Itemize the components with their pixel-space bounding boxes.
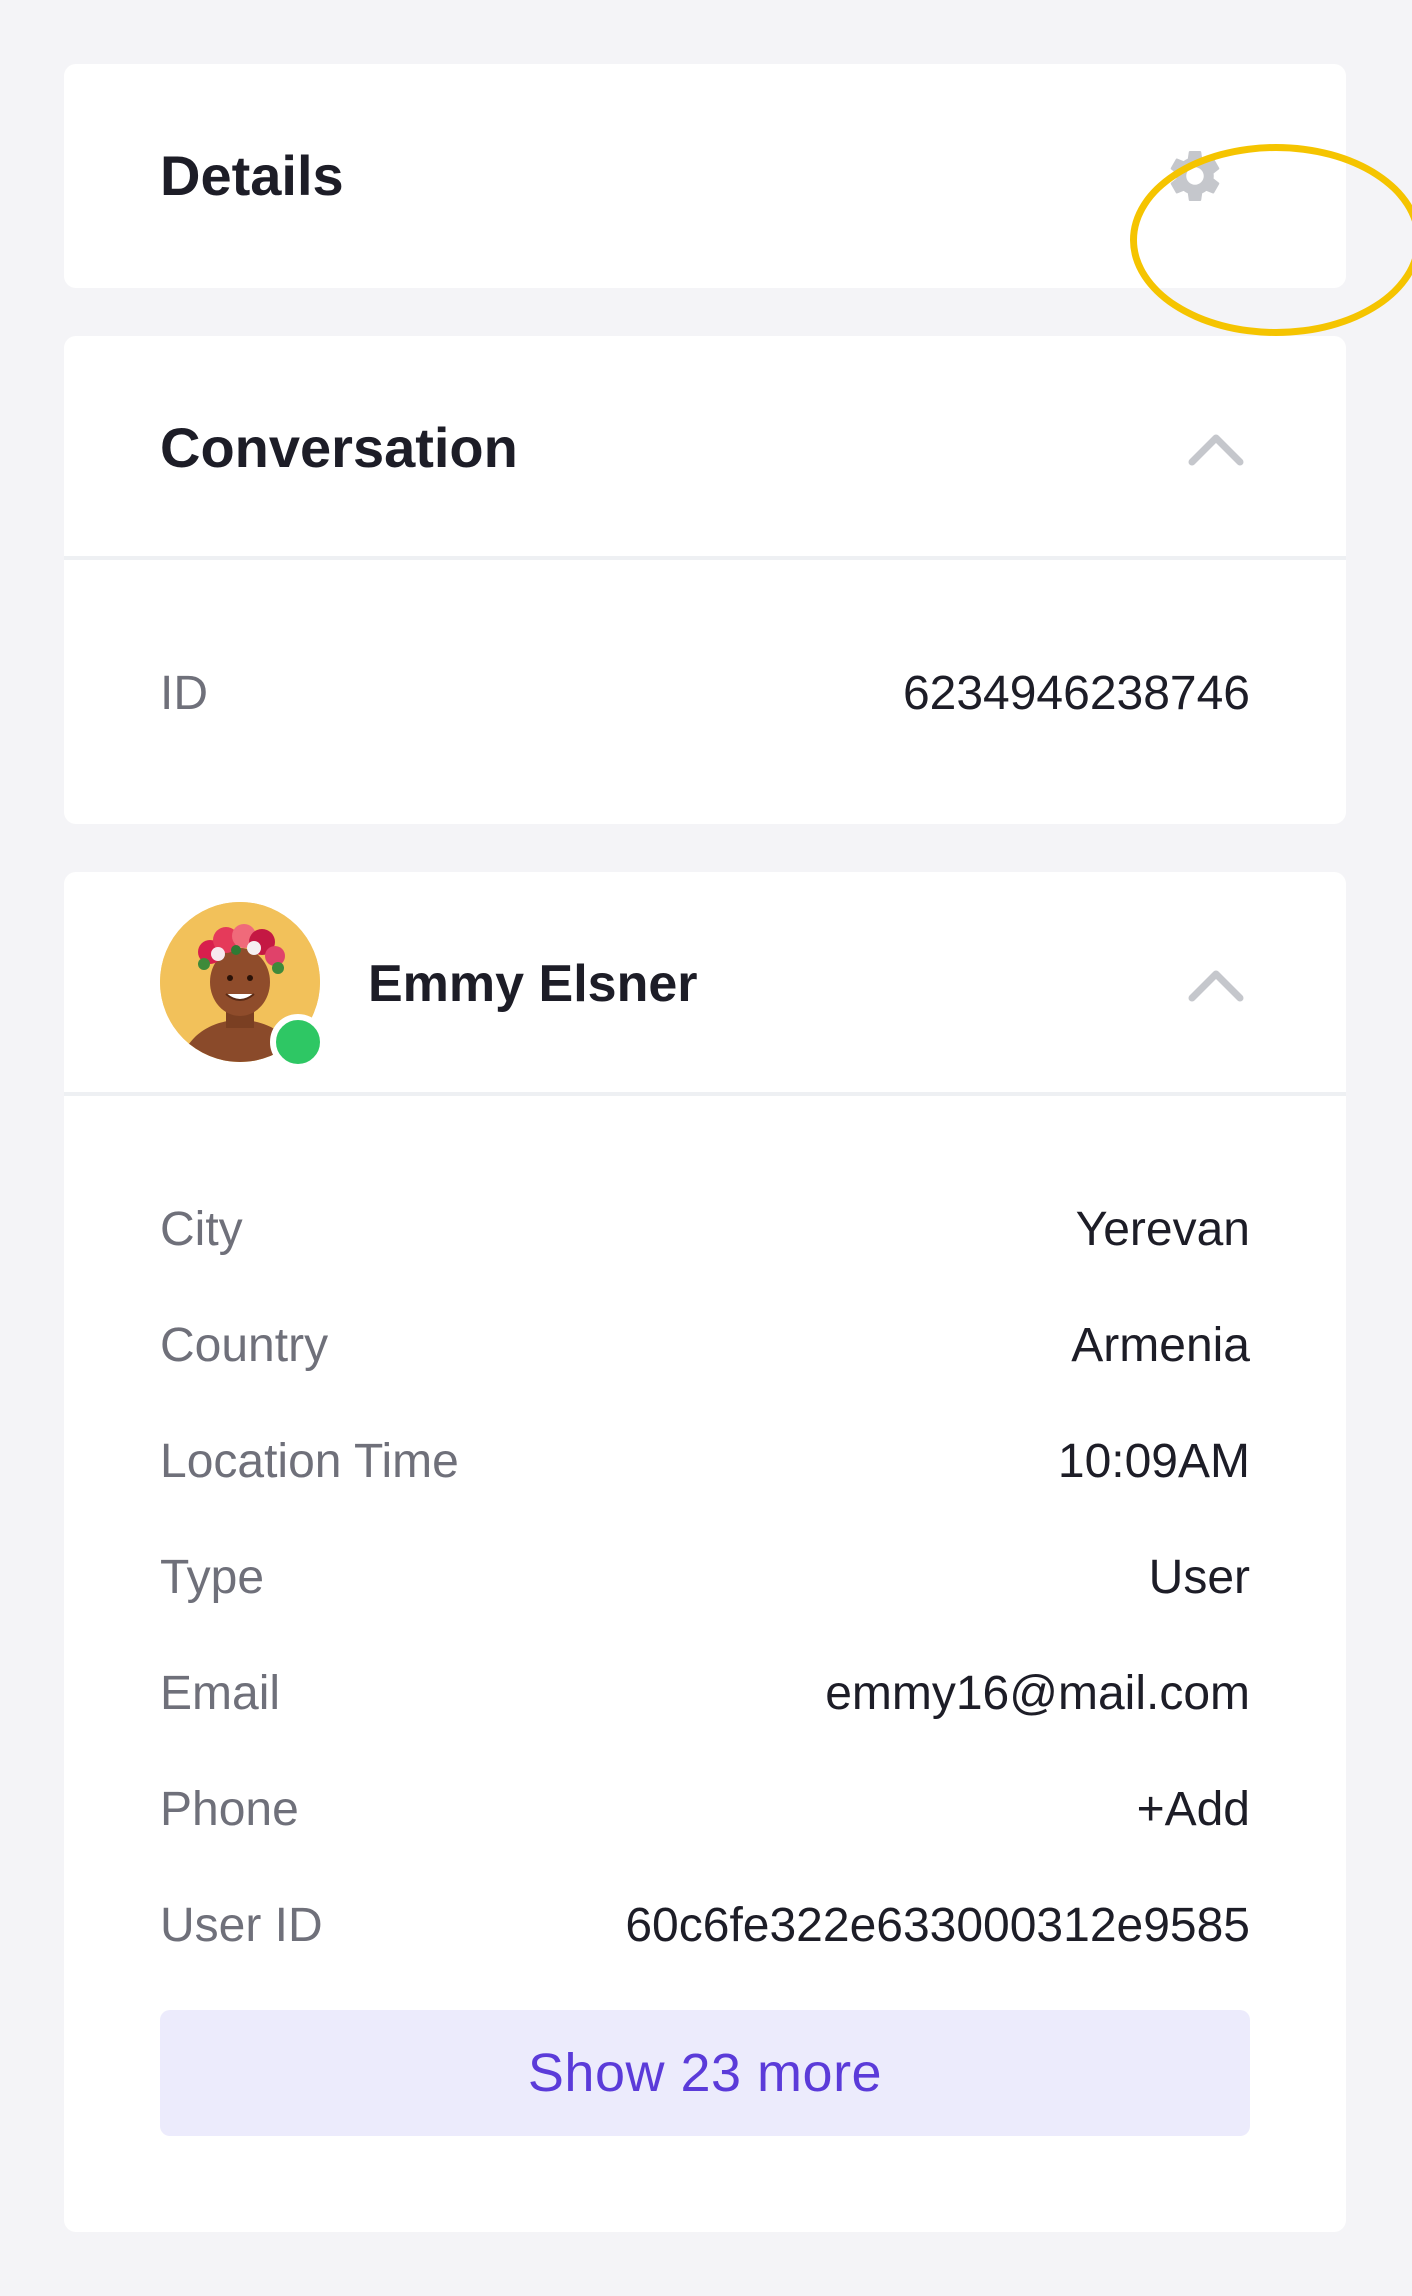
location-time-value: 10:09AM bbox=[1057, 1435, 1250, 1488]
conversation-title: Conversation bbox=[160, 416, 518, 479]
show-more-button[interactable]: Show 23 more bbox=[160, 2010, 1250, 2136]
country-value: Armenia bbox=[1071, 1319, 1250, 1372]
conversation-card: Conversation ID 6234946238746 bbox=[64, 336, 1346, 824]
chevron-up-icon[interactable] bbox=[1186, 428, 1246, 468]
contact-header[interactable]: Emmy Elsner bbox=[64, 872, 1346, 1096]
type-label: Type bbox=[160, 1551, 265, 1604]
phone-label: Phone bbox=[160, 1783, 299, 1836]
online-status-indicator bbox=[270, 1014, 326, 1070]
type-value: User bbox=[1148, 1551, 1250, 1604]
country-label: Country bbox=[160, 1319, 329, 1372]
contact-card: Emmy Elsner City Yerevan Country Armenia… bbox=[64, 872, 1346, 2232]
city-label: City bbox=[160, 1203, 243, 1256]
user-id-label: User ID bbox=[160, 1899, 323, 1952]
gear-icon[interactable] bbox=[1165, 146, 1225, 206]
contact-name: Emmy Elsner bbox=[368, 955, 698, 1013]
conversation-id-label: ID bbox=[160, 667, 208, 720]
location-time-label: Location Time bbox=[160, 1435, 459, 1488]
conversation-header[interactable]: Conversation bbox=[64, 336, 1346, 560]
add-phone-link[interactable]: +Add bbox=[1137, 1786, 1250, 1834]
email-label: Email bbox=[160, 1667, 281, 1720]
conversation-id-value: 6234946238746 bbox=[902, 667, 1250, 720]
details-title: Details bbox=[160, 144, 344, 207]
chevron-up-icon[interactable] bbox=[1186, 964, 1246, 1004]
user-id-value: 60c6fe322e633000312e9585 bbox=[625, 1899, 1250, 1952]
city-value: Yerevan bbox=[1075, 1203, 1250, 1256]
email-value[interactable]: emmy16@mail.com bbox=[825, 1670, 1250, 1718]
details-card: Details bbox=[64, 64, 1412, 336]
